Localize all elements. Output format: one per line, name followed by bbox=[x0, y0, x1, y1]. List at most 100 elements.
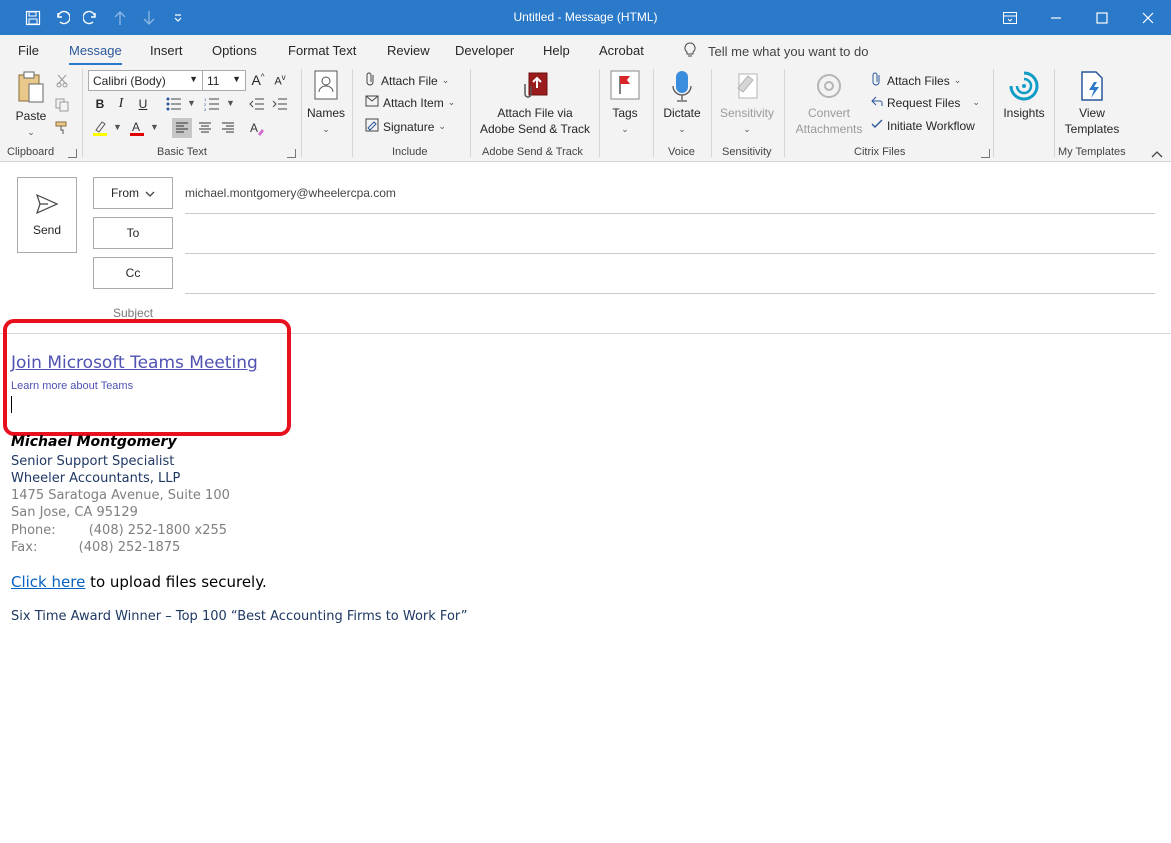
chevron-down-icon[interactable]: ▼ bbox=[226, 98, 235, 108]
signature-phone: Phone: (408) 252-1800 x255 bbox=[11, 523, 228, 538]
initiate-workflow-button[interactable]: Initiate Workflow bbox=[871, 118, 975, 133]
to-button[interactable]: To bbox=[93, 217, 173, 249]
citrix-launcher-icon[interactable] bbox=[981, 149, 990, 158]
highlight-icon[interactable] bbox=[90, 118, 110, 138]
clipboard-launcher-icon[interactable] bbox=[68, 149, 77, 158]
collapse-ribbon-icon[interactable] bbox=[1151, 147, 1163, 161]
basic-text-launcher-icon[interactable] bbox=[287, 149, 296, 158]
italic-button[interactable]: I bbox=[111, 94, 131, 114]
chevron-down-icon[interactable]: ▼ bbox=[187, 98, 196, 108]
join-teams-meeting-link[interactable]: Join Microsoft Teams Meeting bbox=[11, 353, 258, 373]
align-right-icon[interactable] bbox=[218, 118, 238, 138]
tab-message[interactable]: Message bbox=[69, 43, 122, 66]
request-files-button[interactable]: Request Files ⌄ bbox=[871, 95, 980, 110]
signature-address-line1: 1475 Saratoga Avenue, Suite 100 bbox=[11, 488, 230, 503]
bold-button[interactable]: B bbox=[90, 94, 110, 114]
attach-item-button[interactable]: Attach Item ⌄ bbox=[365, 95, 455, 110]
decrease-indent-icon[interactable] bbox=[247, 94, 267, 114]
tab-acrobat[interactable]: Acrobat bbox=[599, 43, 644, 58]
convert-attachments-button[interactable]: Convert Attachments bbox=[790, 70, 868, 137]
signature-company: Wheeler Accountants, LLP bbox=[11, 471, 181, 486]
separator bbox=[82, 69, 83, 157]
cut-icon[interactable] bbox=[52, 71, 72, 91]
sensitivity-button[interactable]: Sensitivity ⌄ bbox=[716, 70, 778, 137]
svg-text:A: A bbox=[250, 121, 258, 135]
separator bbox=[784, 69, 785, 157]
tab-review[interactable]: Review bbox=[387, 43, 430, 58]
names-button[interactable]: Names ⌄ bbox=[306, 70, 346, 137]
chevron-down-icon: ⌄ bbox=[27, 127, 35, 137]
click-here-link[interactable]: Click here bbox=[11, 573, 85, 591]
align-left-icon[interactable] bbox=[172, 118, 192, 138]
separator bbox=[993, 69, 994, 157]
checkmark-icon bbox=[871, 118, 883, 133]
grow-font-icon[interactable]: A^ bbox=[248, 70, 268, 90]
maximize-icon[interactable] bbox=[1079, 0, 1125, 35]
tell-me-search[interactable]: Tell me what you want to do bbox=[684, 42, 868, 61]
adobe-send-track-icon bbox=[476, 70, 594, 102]
chevron-down-icon: ⌄ bbox=[743, 124, 751, 134]
from-button[interactable]: From bbox=[93, 177, 173, 209]
font-name-combo[interactable]: Calibri (Body) ▼ bbox=[88, 70, 203, 91]
chevron-down-icon[interactable]: ▼ bbox=[150, 122, 159, 132]
subject-label: Subject bbox=[113, 306, 154, 320]
ribbon-tabs: File Message Insert Options Format Text … bbox=[0, 35, 1171, 66]
format-painter-icon[interactable] bbox=[52, 118, 72, 138]
microphone-icon bbox=[659, 70, 705, 102]
divider bbox=[185, 253, 1155, 254]
tab-insert[interactable]: Insert bbox=[150, 43, 183, 58]
tags-button[interactable]: Tags ⌄ bbox=[606, 70, 644, 137]
from-address: michael.montgomery@wheelercpa.com bbox=[185, 186, 396, 200]
copy-icon[interactable] bbox=[52, 95, 72, 115]
close-icon[interactable] bbox=[1125, 0, 1171, 35]
tell-me-label: Tell me what you want to do bbox=[708, 44, 869, 59]
tab-developer[interactable]: Developer bbox=[455, 43, 514, 58]
attach-via-adobe-button[interactable]: Attach File via Adobe Send & Track bbox=[476, 70, 594, 137]
tab-file[interactable]: File bbox=[18, 43, 39, 58]
tab-options[interactable]: Options bbox=[212, 43, 257, 58]
paste-button[interactable]: Paste ⌄ bbox=[12, 71, 50, 140]
group-label-sensitivity: Sensitivity bbox=[722, 146, 772, 158]
tab-help[interactable]: Help bbox=[543, 43, 570, 58]
font-size-combo[interactable]: 11 ▼ bbox=[202, 70, 246, 91]
align-center-icon[interactable] bbox=[195, 118, 215, 138]
tab-format-text[interactable]: Format Text bbox=[288, 43, 356, 58]
signature-button[interactable]: Signature ⌄ bbox=[365, 118, 446, 135]
attach-item-icon bbox=[365, 95, 379, 110]
bullets-icon[interactable] bbox=[164, 94, 184, 114]
increase-indent-icon[interactable] bbox=[270, 94, 290, 114]
attach-file-button[interactable]: Attach File ⌄ bbox=[365, 72, 449, 89]
divider bbox=[185, 293, 1155, 294]
upload-text: to upload files securely. bbox=[85, 573, 267, 591]
font-color-icon[interactable]: A bbox=[127, 118, 147, 138]
separator bbox=[1054, 69, 1055, 157]
send-icon bbox=[35, 193, 59, 217]
separator bbox=[301, 69, 302, 157]
view-templates-button[interactable]: View Templates bbox=[1060, 70, 1124, 137]
insights-button[interactable]: Insights bbox=[999, 70, 1049, 121]
separator bbox=[711, 69, 712, 157]
clear-formatting-icon[interactable]: A bbox=[247, 118, 267, 138]
address-book-icon bbox=[306, 70, 346, 102]
cc-field[interactable] bbox=[185, 261, 1155, 291]
to-field[interactable] bbox=[185, 221, 1155, 251]
chevron-down-icon[interactable]: ▼ bbox=[113, 122, 122, 132]
numbering-icon[interactable]: 123 bbox=[202, 94, 222, 114]
divider bbox=[185, 213, 1155, 214]
chevron-down-icon: ⌄ bbox=[322, 124, 330, 134]
underline-button[interactable]: U bbox=[133, 94, 153, 114]
citrix-attach-files-button[interactable]: Attach Files ⌄ bbox=[871, 72, 961, 89]
separator bbox=[599, 69, 600, 157]
chevron-down-icon bbox=[145, 186, 155, 200]
subject-field[interactable] bbox=[185, 300, 1155, 328]
cc-button[interactable]: Cc bbox=[93, 257, 173, 289]
group-label-adobe: Adobe Send & Track bbox=[482, 146, 583, 158]
sensitivity-icon bbox=[716, 70, 778, 102]
award-text: Six Time Award Winner – Top 100 “Best Ac… bbox=[11, 609, 468, 624]
shrink-font-icon[interactable]: Av bbox=[270, 70, 290, 90]
minimize-icon[interactable] bbox=[1033, 0, 1079, 35]
ribbon-display-options-icon[interactable] bbox=[987, 0, 1033, 35]
learn-more-teams-link[interactable]: Learn more about Teams bbox=[11, 380, 133, 392]
dictate-button[interactable]: Dictate ⌄ bbox=[659, 70, 705, 137]
send-button[interactable]: Send bbox=[17, 177, 77, 253]
